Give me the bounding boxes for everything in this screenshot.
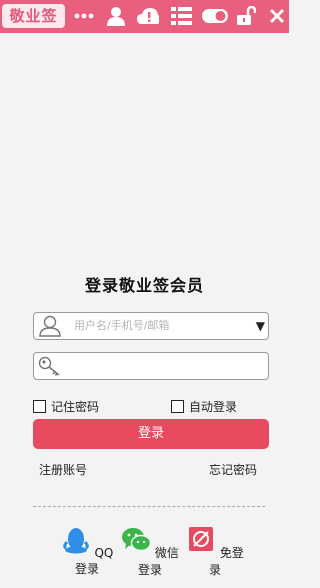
password-input[interactable]	[70, 355, 264, 377]
divider	[33, 506, 265, 507]
username-field[interactable]: 用户名/手机号/邮箱 ▼	[33, 312, 269, 340]
guest-login-button[interactable]: 免登录	[185, 526, 245, 578]
login-heading: 登录敬业签会员	[84, 276, 204, 295]
title-bar: 敬业签	[0, 0, 289, 33]
remember-password-checkbox[interactable]: 记住密码	[33, 398, 99, 415]
username-placeholder: 用户名/手机号/邮箱	[74, 319, 170, 332]
register-link[interactable]: 注册账号	[39, 461, 87, 478]
auto-login-label: 自动登录	[189, 400, 238, 414]
forgot-password-link[interactable]: 忘记密码	[209, 461, 257, 478]
key-icon	[38, 356, 60, 376]
app-logo[interactable]: 敬业签	[2, 4, 65, 28]
dropdown-arrow-icon[interactable]: ▼	[256, 313, 265, 339]
user-outline-icon	[39, 315, 61, 337]
list-icon[interactable]	[170, 6, 192, 26]
qq-icon	[62, 528, 89, 554]
unlock-icon[interactable]	[235, 6, 257, 26]
close-icon[interactable]	[266, 6, 288, 26]
wechat-icon	[122, 528, 152, 552]
guest-login-icon	[189, 527, 214, 551]
more-icon[interactable]	[73, 6, 95, 26]
wechat-login-button[interactable]: 微信登录	[120, 526, 180, 578]
remember-password-label: 记住密码	[51, 400, 100, 414]
qq-login-button[interactable]: QQ登录	[57, 526, 117, 577]
remember-password-box[interactable]	[33, 400, 46, 413]
auto-login-box[interactable]	[171, 400, 184, 413]
cloud-warning-icon[interactable]	[137, 6, 159, 26]
user-icon[interactable]	[105, 6, 127, 26]
login-button[interactable]: 登录	[33, 419, 269, 449]
auto-login-checkbox[interactable]: 自动登录	[171, 398, 237, 415]
toggle-icon[interactable]	[202, 6, 228, 26]
password-field[interactable]	[33, 352, 269, 380]
